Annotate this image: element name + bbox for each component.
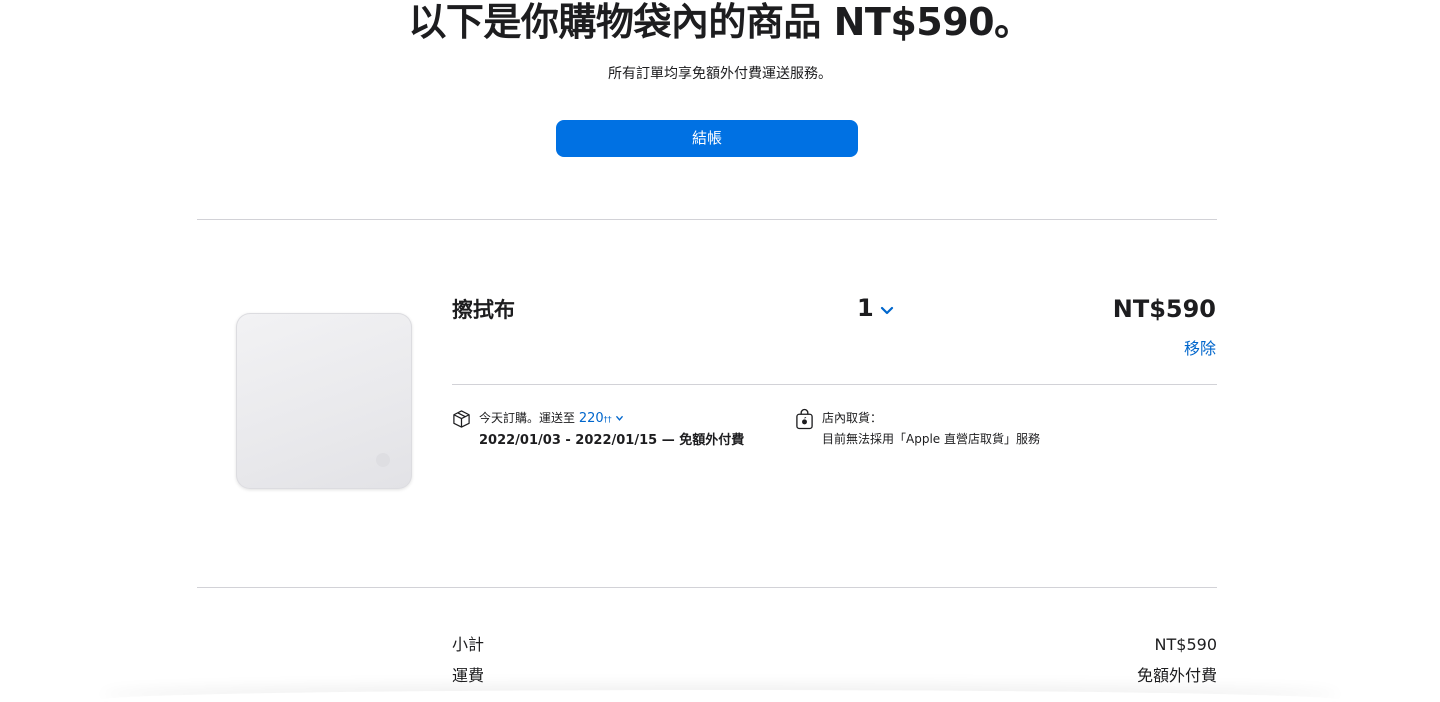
shipping-value: 免額外付費: [1136, 666, 1217, 685]
chevron-down-icon: [615, 416, 623, 421]
remove-link[interactable]: 移除: [1184, 338, 1216, 360]
pickup-label: 店內取貨：: [822, 411, 883, 425]
checkout-button[interactable]: 結帳: [556, 120, 858, 157]
quantity-select[interactable]: 1: [857, 293, 894, 323]
pickup-info: 店內取貨： 目前無法採用「Apple 直營店取貨」服務: [795, 408, 1040, 450]
divider-item: [452, 384, 1217, 385]
item-price: NT$590: [1112, 295, 1216, 323]
delivery-prefix: 今天訂購。運送至: [479, 411, 576, 425]
quantity-value: 1: [857, 294, 874, 322]
polishing-cloth-image: [236, 313, 412, 489]
divider-top: [197, 219, 1217, 220]
shipping-label: 運費: [452, 666, 485, 685]
store-bag-icon: [796, 408, 813, 430]
pickup-status: 目前無法採用「Apple 直營店取貨」服務: [822, 432, 1040, 446]
zip-code-link[interactable]: 220††: [579, 411, 624, 426]
cloth-logo-mark: [376, 453, 390, 467]
zip-footnote-mark: ††: [603, 415, 612, 424]
free-shipping-note: 所有訂單均享免額外付費運送服務。: [608, 66, 832, 82]
subtotal-row: 小計 NT$590: [452, 634, 1217, 656]
chevron-down-icon: [880, 306, 893, 315]
box-icon: [453, 410, 470, 428]
subtotal-value: NT$590: [1154, 635, 1217, 654]
product-name: 擦拭布: [452, 298, 515, 322]
page-title: 以下是你購物袋內的商品 NT$590。: [408, 0, 1032, 44]
bag-page: 以下是你購物袋內的商品 NT$590。 所有訂單均享免額外付費運送服務。 結帳 …: [0, 0, 1440, 702]
zip-code: 220: [578, 411, 604, 426]
bottom-panel-shadow: [100, 690, 1340, 702]
delivery-info: 今天訂購。運送至 220†† 2022/01/03 - 2022/01/15 —…: [452, 408, 744, 451]
shipping-row: 運費 免額外付費: [452, 665, 1217, 687]
divider-summary: [197, 587, 1217, 588]
delivery-dates: 2022/01/03 - 2022/01/15 — 免額外付費: [479, 433, 745, 448]
subtotal-label: 小計: [452, 635, 485, 654]
